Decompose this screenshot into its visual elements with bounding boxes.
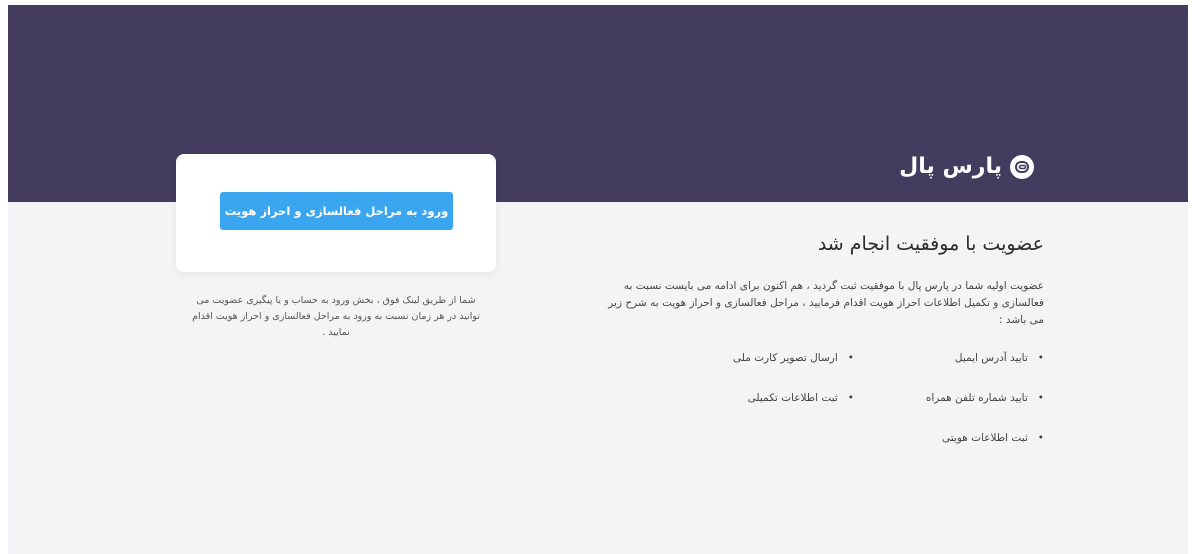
- step-national-card: • ارسال تصویر کارت ملی: [674, 348, 854, 368]
- bullet-icon: •: [1037, 432, 1044, 444]
- step-email-verification: • تایید آدرس ایمیل: [854, 348, 1044, 368]
- bullet-icon: •: [847, 352, 854, 364]
- step-label: ثبت اطلاعات تکمیلی: [747, 392, 838, 404]
- success-description: عضویت اولیه شما در پارس پال با موفقیت ثب…: [608, 280, 1044, 326]
- step-additional-info: • ثبت اطلاعات تکمیلی: [674, 388, 854, 408]
- step-label: تایید آدرس ایمیل: [954, 352, 1028, 364]
- bullet-icon: •: [847, 392, 854, 404]
- step-label: ارسال تصویر کارت ملی: [732, 352, 838, 364]
- step-mobile-verification: • تایید شماره تلفن همراه: [854, 388, 1044, 408]
- activation-button[interactable]: ورود به مراحل فعالسازی و احراز هویت: [220, 192, 453, 230]
- bullet-icon: •: [1037, 392, 1044, 404]
- parspal-logo-icon: [1010, 155, 1034, 179]
- logo[interactable]: پارس پال: [899, 155, 1034, 179]
- step-label: ثبت اطلاعات هویتی: [942, 432, 1028, 444]
- activation-note: شما از طریق لینک فوق ، بخش ورود به حساب …: [192, 295, 480, 338]
- activation-card: ورود به مراحل فعالسازی و احراز هویت: [176, 154, 496, 272]
- steps-list: •تایید آدرس ایمیل •ارسال تصویر کارت ملی …: [674, 348, 1044, 448]
- step-label: تایید شماره تلفن همراه: [925, 392, 1028, 404]
- page-title: عضویت با موفقیت انجام شد: [817, 233, 1044, 255]
- page: پارس پال ورود به مراحل فعالسازی و احراز …: [8, 5, 1188, 554]
- step-identity-info: • ثبت اطلاعات هویتی: [854, 428, 1044, 448]
- logo-text: پارس پال: [899, 154, 1002, 179]
- bullet-icon: •: [1037, 352, 1044, 364]
